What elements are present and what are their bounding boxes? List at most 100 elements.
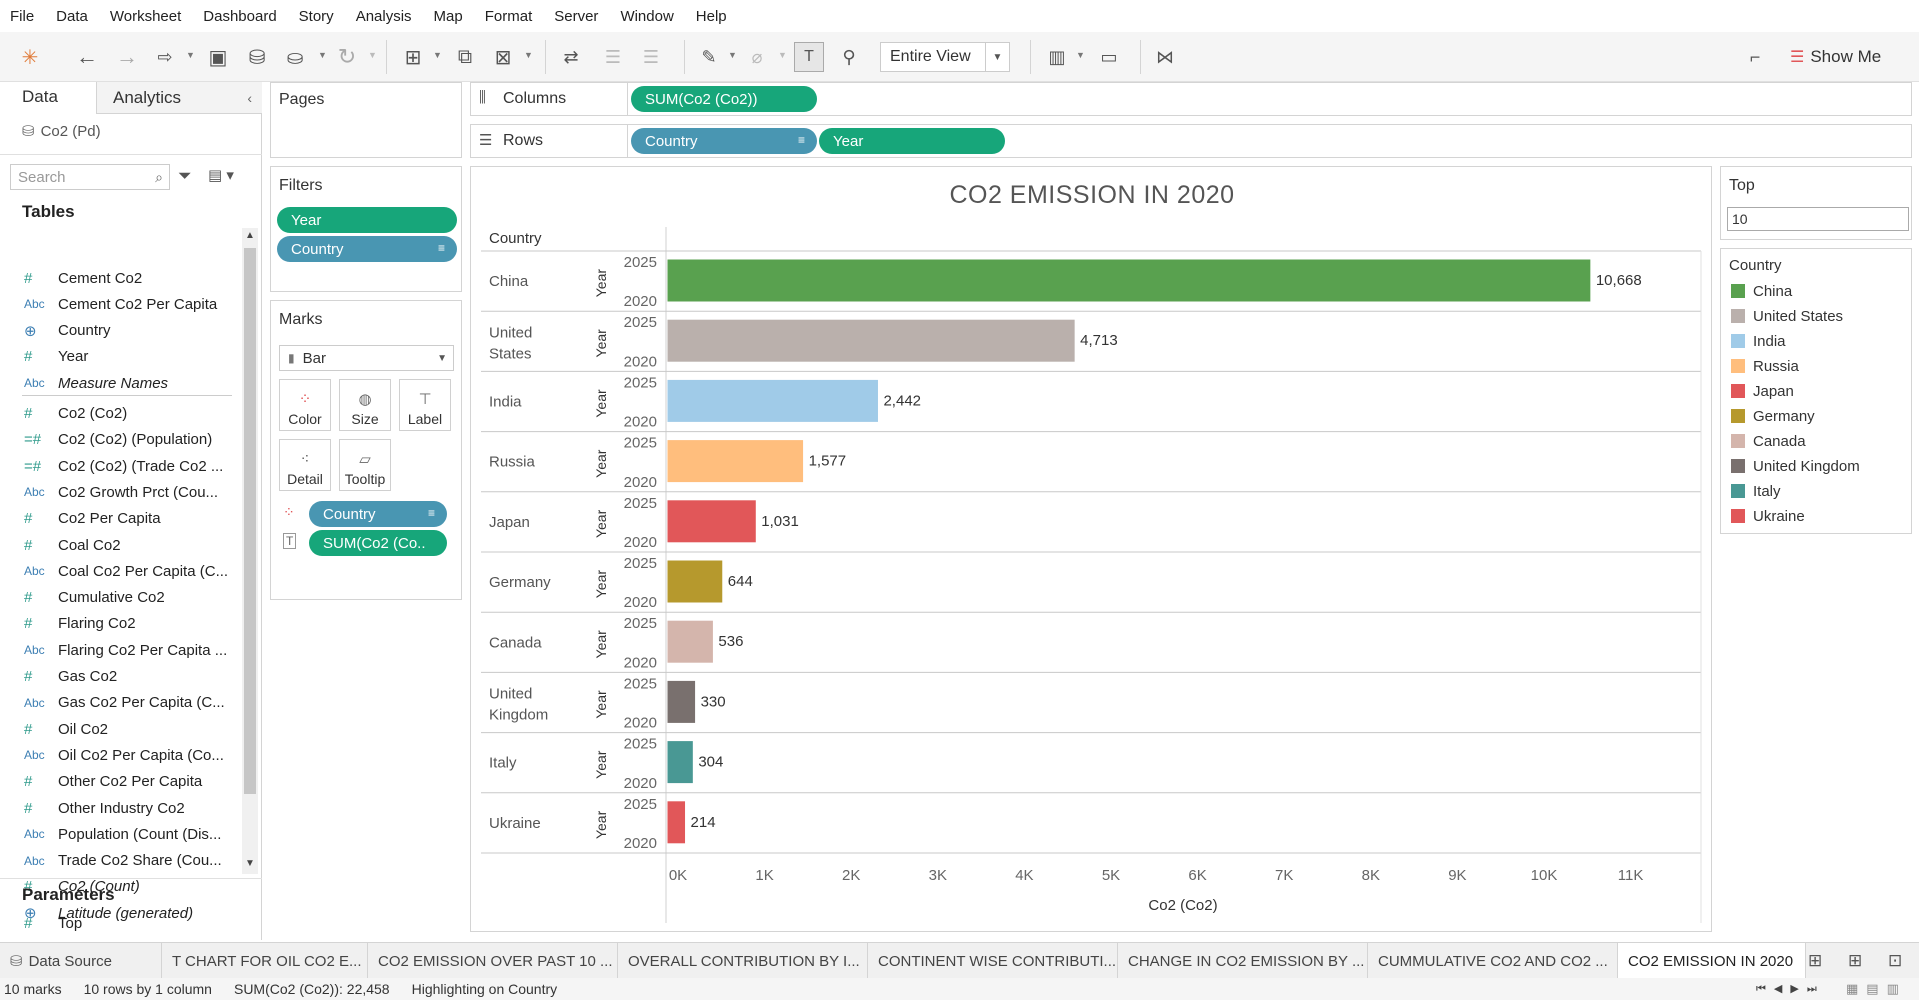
- field-item[interactable]: # Cumulative Co2: [24, 585, 234, 611]
- field-item[interactable]: Abc Oil Co2 Per Capita (Co...: [24, 742, 234, 768]
- sheet-tab[interactable]: T CHART FOR OIL CO2 E...: [162, 943, 368, 979]
- menu-item[interactable]: Map: [434, 8, 463, 25]
- field-item[interactable]: Abc Population (Count (Dis...: [24, 821, 234, 847]
- legend-item[interactable]: Ukraine: [1731, 506, 1805, 526]
- menu-item[interactable]: Help: [696, 8, 727, 25]
- replay-icon[interactable]: ⇨: [150, 42, 180, 72]
- save-icon[interactable]: ▣: [203, 42, 233, 72]
- field-item[interactable]: Abc Cement Co2 Per Capita: [24, 291, 234, 317]
- filters-shelf[interactable]: Filters Year Country ≡: [270, 166, 462, 292]
- category-label[interactable]: Italy: [489, 755, 517, 772]
- highlight-dropdown-icon[interactable]: ▼: [728, 50, 737, 60]
- bar[interactable]: [666, 679, 697, 724]
- sheet-tab[interactable]: OVERALL CONTRIBUTION BY I...: [618, 943, 868, 979]
- color-button[interactable]: ⁘ Color: [279, 379, 331, 431]
- chevron-down-icon[interactable]: ▼: [985, 43, 1009, 71]
- menu-item[interactable]: Story: [299, 8, 334, 25]
- scroll-up-icon[interactable]: ▲: [245, 230, 255, 241]
- pause-dropdown-icon[interactable]: ▼: [318, 50, 327, 60]
- filter-icon[interactable]: ⏷: [178, 166, 192, 186]
- swap-rows-columns-icon[interactable]: ⇄: [556, 42, 586, 72]
- new-worksheet-icon[interactable]: ⊞: [398, 42, 428, 72]
- legend-item[interactable]: United Kingdom: [1731, 456, 1860, 476]
- field-item[interactable]: Abc Gas Co2 Per Capita (C...: [24, 690, 234, 716]
- scroll-down-icon[interactable]: ▼: [245, 858, 255, 869]
- field-item[interactable]: # Oil Co2: [24, 716, 234, 742]
- tab-data[interactable]: Data: [0, 82, 96, 114]
- clear-dropdown-icon[interactable]: ▼: [524, 50, 533, 60]
- label-button[interactable]: ⊤ Label: [399, 379, 451, 431]
- menu-item[interactable]: Server: [554, 8, 598, 25]
- field-item[interactable]: # Other Industry Co2: [24, 795, 234, 821]
- sort-ascending-icon[interactable]: ☰: [598, 42, 628, 72]
- columns-shelf[interactable]: ⫼ Columns SUM(Co2 (Co2)): [470, 82, 1912, 116]
- pause-updates-icon[interactable]: ⛀: [280, 42, 310, 72]
- menu-item[interactable]: Worksheet: [110, 8, 181, 25]
- field-item[interactable]: # Year: [24, 344, 234, 370]
- category-label[interactable]: Kingdom: [489, 707, 548, 724]
- share-icon[interactable]: ⋈: [1150, 42, 1180, 72]
- undo-icon[interactable]: ←: [72, 42, 102, 72]
- new-dashboard-icon[interactable]: ⊞: [1848, 951, 1862, 971]
- menu-item[interactable]: Data: [56, 8, 88, 25]
- menu-item[interactable]: File: [10, 8, 34, 25]
- field-item[interactable]: # Gas Co2: [24, 664, 234, 690]
- field-item[interactable]: Abc Co2 Growth Prct (Cou...: [24, 479, 234, 505]
- legend-item[interactable]: Russia: [1731, 356, 1799, 376]
- bar[interactable]: [666, 800, 687, 845]
- menu-item[interactable]: Format: [485, 8, 533, 25]
- category-label[interactable]: Japan: [489, 514, 530, 531]
- legend-item[interactable]: Germany: [1731, 406, 1815, 426]
- legend-item[interactable]: Italy: [1731, 481, 1781, 501]
- sheet-tab[interactable]: CHANGE IN CO2 EMISSION BY ...: [1118, 943, 1368, 979]
- mark-type-select[interactable]: ▮ Bar ▼: [279, 345, 454, 371]
- fit-select[interactable]: Entire View ▼: [880, 42, 1010, 72]
- sheet-navigation-icon[interactable]: ⏮◀▶⏭: [1756, 982, 1825, 996]
- category-label[interactable]: Russia: [489, 454, 536, 471]
- detail-button[interactable]: ⁖ Detail: [279, 439, 331, 491]
- category-label[interactable]: China: [489, 273, 529, 290]
- search-input[interactable]: Search ⌕: [10, 164, 170, 190]
- legend-item[interactable]: India: [1731, 331, 1786, 351]
- scrollbar-thumb[interactable]: [244, 248, 256, 794]
- new-datasource-icon[interactable]: ⛁: [242, 42, 272, 72]
- show-cards-icon[interactable]: ▥: [1042, 42, 1072, 72]
- rows-pill-year[interactable]: Year: [819, 128, 1005, 154]
- sheet-tab[interactable]: CO2 EMISSION OVER PAST 10 ...: [368, 943, 618, 979]
- new-sheet-dropdown-icon[interactable]: ▼: [433, 50, 442, 60]
- new-story-icon[interactable]: ⊡: [1888, 951, 1902, 971]
- category-label[interactable]: Ukraine: [489, 815, 541, 832]
- filter-pill-country[interactable]: Country ≡: [277, 236, 457, 262]
- size-button[interactable]: ◍ Size: [339, 379, 391, 431]
- collapse-pane-icon[interactable]: ‹: [247, 90, 252, 106]
- field-item[interactable]: Abc Measure Names: [24, 370, 234, 396]
- replay-dropdown-icon[interactable]: ▼: [186, 50, 195, 60]
- legend-item[interactable]: Japan: [1731, 381, 1794, 401]
- columns-pill[interactable]: SUM(Co2 (Co2)): [631, 86, 817, 112]
- clear-sheet-icon[interactable]: ⊠: [488, 42, 518, 72]
- bar[interactable]: [666, 619, 714, 664]
- bar[interactable]: [666, 499, 757, 544]
- pages-shelf[interactable]: Pages: [270, 82, 462, 158]
- category-label[interactable]: States: [489, 345, 532, 362]
- field-item[interactable]: # Coal Co2: [24, 532, 234, 558]
- sheet-tab[interactable]: CO2 EMISSION IN 2020: [1618, 943, 1806, 979]
- new-worksheet-icon[interactable]: ⊞: [1808, 951, 1822, 971]
- scrollbar[interactable]: ▲ ▼: [242, 228, 258, 874]
- tooltip-button[interactable]: ▱ Tooltip: [339, 439, 391, 491]
- field-item[interactable]: =# Co2 (Co2) (Population): [24, 427, 234, 453]
- bar[interactable]: [666, 378, 879, 423]
- datasource-row[interactable]: ⛁ Co2 (Pd): [22, 122, 101, 141]
- legend-item[interactable]: Canada: [1731, 431, 1806, 451]
- marks-pill-country[interactable]: Country ≡: [309, 501, 447, 527]
- tab-analytics[interactable]: Analytics ‹: [96, 82, 262, 114]
- group-dropdown-icon[interactable]: ▼: [778, 50, 787, 60]
- duplicate-sheet-icon[interactable]: ⧉: [450, 42, 480, 72]
- sheet-tab[interactable]: CUMMULATIVE CO2 AND CO2 ...: [1368, 943, 1618, 979]
- field-item[interactable]: # Co2 (Co2): [24, 401, 234, 427]
- rows-pill-country[interactable]: Country ≡: [631, 128, 817, 154]
- field-item[interactable]: Abc Flaring Co2 Per Capita ...: [24, 637, 234, 663]
- category-label[interactable]: India: [489, 394, 522, 411]
- category-label[interactable]: United: [489, 324, 532, 341]
- sheet-view-icon[interactable]: ▦▤▥: [1846, 981, 1907, 997]
